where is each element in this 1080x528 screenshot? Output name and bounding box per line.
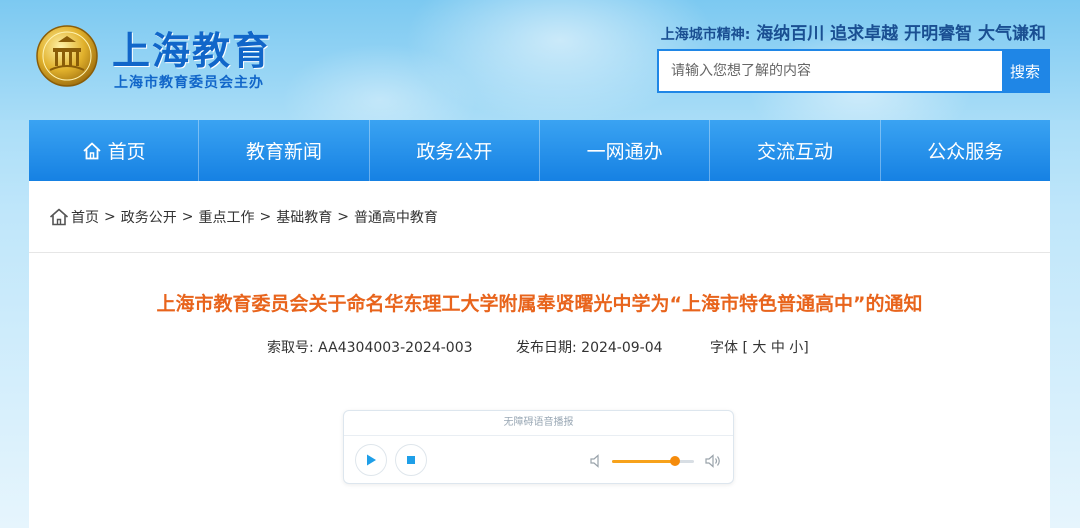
nav-item-label: 首页 [107, 141, 146, 163]
volume-low-icon[interactable] [589, 453, 605, 469]
breadcrumb: 首页 > 政务公开 > 重点工作 > 基础教育 > 普通高中教育 [49, 207, 438, 227]
city-spirit-label: 上海城市精神: [660, 27, 751, 43]
city-spirit-value: 海纳百川 追求卓越 开明睿智 大气谦和 [750, 24, 1046, 44]
search-button[interactable]: 搜索 [1002, 51, 1048, 91]
shanghai-education-emblem-icon[interactable] [34, 22, 100, 88]
font-size-bracket: ] [803, 340, 809, 356]
breadcrumb-separator: > [337, 209, 349, 225]
stop-button[interactable] [395, 444, 427, 476]
breadcrumb-high-school-education[interactable]: 普通高中教育 [354, 207, 438, 227]
audio-player-title: 无障碍语音播报 [344, 411, 733, 436]
index-label: 索取号: [267, 340, 314, 356]
font-size-medium-button[interactable]: 中 [771, 340, 785, 356]
font-size-bracket: [ [742, 340, 748, 356]
logo-subtitle: 上海市教育委员会主办 [114, 75, 264, 91]
nav-item-label: 教育新闻 [245, 141, 322, 163]
search-bar: 搜索 [657, 49, 1050, 93]
breadcrumb-home[interactable]: 首页 [49, 207, 99, 227]
play-button[interactable] [355, 444, 387, 476]
nav-item-interaction[interactable]: 交流互动 [710, 120, 881, 181]
site-header: 上海教育 上海市教育委员会主办 上海城市精神: 海纳百川 追求卓越 开明睿智 大… [0, 0, 1080, 120]
volume-knob[interactable] [670, 456, 681, 466]
date-value: 2024-09-04 [581, 340, 663, 356]
stop-icon [407, 456, 415, 464]
index-value: AA4304003-2024-003 [318, 340, 473, 356]
font-size-label: 字体 [710, 340, 738, 356]
font-size-control: 字体 [ 大 中 小] [710, 337, 809, 357]
search-input[interactable] [659, 51, 1002, 91]
breadcrumb-separator: > [104, 209, 116, 225]
date-label: 发布日期: [516, 340, 577, 356]
home-icon [49, 208, 69, 226]
nav-item-home[interactable]: 首页 [29, 120, 200, 181]
audio-player: 无障碍语音播报 [343, 410, 734, 484]
logo-title[interactable]: 上海教育 [112, 20, 272, 75]
main-nav: 首页 教育新闻 政务公开 一网通办 交流互动 公众服务 [29, 120, 1050, 181]
city-spirit: 上海城市精神: 海纳百川 追求卓越 开明睿智 大气谦和 [661, 19, 1046, 44]
font-size-small-button[interactable]: 小 [789, 340, 803, 356]
breadcrumb-government-affairs[interactable]: 政务公开 [121, 207, 177, 227]
nav-item-government-affairs[interactable]: 政务公开 [370, 120, 540, 181]
nav-item-label: 一网通办 [586, 141, 663, 163]
publish-date: 发布日期: 2024-09-04 [516, 337, 663, 357]
volume-fill [612, 460, 676, 463]
volume-high-icon[interactable] [704, 452, 722, 470]
breadcrumb-key-work[interactable]: 重点工作 [198, 207, 254, 227]
volume-slider[interactable] [612, 456, 694, 466]
nav-item-one-stop-service[interactable]: 一网通办 [540, 120, 711, 181]
breadcrumb-basic-education[interactable]: 基础教育 [276, 207, 332, 227]
nav-item-public-services[interactable]: 公众服务 [881, 120, 1050, 181]
home-icon [83, 142, 101, 159]
main-content: 首页 > 政务公开 > 重点工作 > 基础教育 > 普通高中教育 上海市教育委员… [29, 181, 1050, 528]
nav-item-label: 政务公开 [416, 141, 493, 163]
article-title: 上海市教育委员会关于命名华东理工大学附属奉贤曙光中学为“上海市特色普通高中”的通… [156, 293, 923, 315]
breadcrumb-label: 首页 [71, 210, 99, 226]
index-number: 索取号: AA4304003-2024-003 [267, 337, 473, 357]
breadcrumb-separator: > [181, 209, 194, 225]
nav-item-education-news[interactable]: 教育新闻 [199, 120, 370, 181]
breadcrumb-separator: > [259, 209, 272, 225]
font-size-large-button[interactable]: 大 [752, 340, 766, 356]
nav-item-label: 公众服务 [927, 141, 1004, 163]
divider [29, 252, 1050, 253]
nav-item-label: 交流互动 [756, 141, 833, 163]
play-icon [367, 454, 376, 466]
